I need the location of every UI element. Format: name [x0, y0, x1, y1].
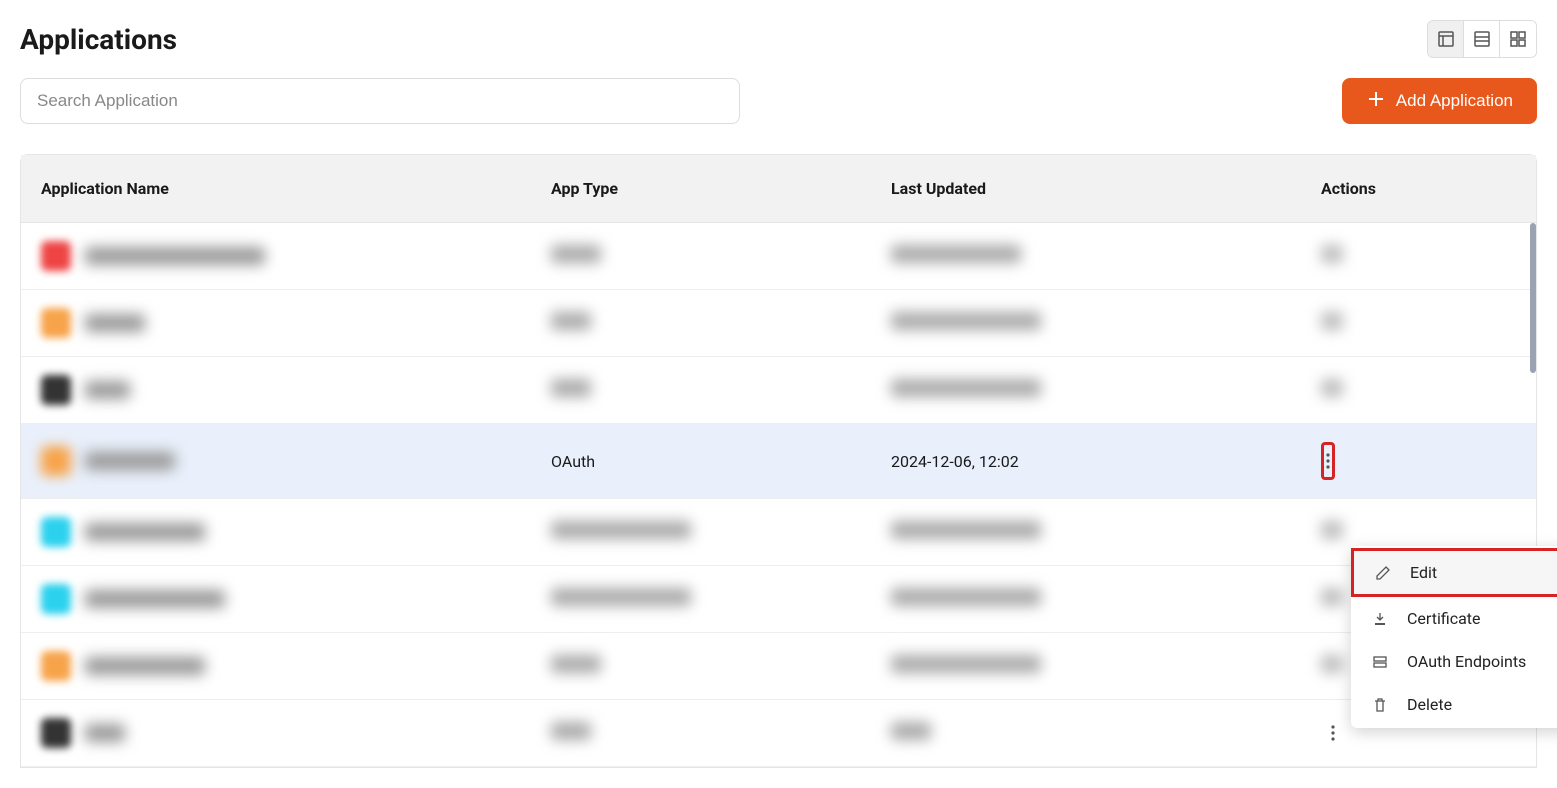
- app-icon: [41, 584, 71, 614]
- add-button-label: Add Application: [1396, 91, 1513, 111]
- add-application-button[interactable]: Add Application: [1342, 78, 1537, 124]
- table-row[interactable]: [21, 700, 1536, 767]
- view-list-icon[interactable]: [1464, 21, 1500, 57]
- table-row[interactable]: [21, 290, 1536, 357]
- col-header-updated: Last Updated: [891, 179, 1311, 198]
- view-grid-icon[interactable]: [1500, 21, 1536, 57]
- dropdown-oauth-label: OAuth Endpoints: [1407, 652, 1526, 671]
- app-icon: [41, 241, 71, 271]
- app-icon: [41, 651, 71, 681]
- endpoints-icon: [1371, 653, 1389, 671]
- view-toggle-group: [1427, 20, 1537, 58]
- dropdown-certificate[interactable]: Certificate: [1351, 597, 1557, 640]
- app-icon: [41, 375, 71, 405]
- table-header: Application Name App Type Last Updated A…: [21, 155, 1536, 223]
- app-icon: [41, 517, 71, 547]
- col-header-actions: Actions: [1311, 179, 1516, 198]
- download-icon: [1371, 610, 1389, 628]
- page-title: Applications: [20, 23, 177, 56]
- table-row[interactable]: [21, 499, 1536, 566]
- col-header-name: Application Name: [41, 179, 551, 198]
- cell-app-type: OAuth: [551, 452, 891, 471]
- app-icon: [41, 308, 71, 338]
- table-body: Edit Certificate OAuth Endpoints Delete: [21, 223, 1536, 767]
- row-actions-kebab-icon[interactable]: [1321, 442, 1335, 480]
- table-row[interactable]: [21, 357, 1536, 424]
- plus-icon: [1366, 89, 1386, 114]
- table-row[interactable]: [21, 223, 1536, 290]
- app-icon: [41, 718, 71, 748]
- table-row[interactable]: [21, 566, 1536, 633]
- row-actions-kebab-icon[interactable]: [1321, 721, 1345, 745]
- trash-icon: [1371, 696, 1389, 714]
- scrollbar[interactable]: [1530, 223, 1536, 373]
- dropdown-delete-label: Delete: [1407, 695, 1452, 714]
- dropdown-certificate-label: Certificate: [1407, 609, 1481, 628]
- dropdown-edit[interactable]: Edit: [1351, 548, 1557, 597]
- app-icon: [41, 446, 71, 476]
- dropdown-delete[interactable]: Delete: [1351, 683, 1557, 726]
- cell-last-updated: 2024-12-06, 12:02: [891, 452, 1311, 471]
- table-row[interactable]: OAuth2024-12-06, 12:02: [21, 424, 1536, 499]
- dropdown-oauth-endpoints[interactable]: OAuth Endpoints: [1351, 640, 1557, 683]
- pencil-icon: [1374, 564, 1392, 582]
- table-row[interactable]: [21, 633, 1536, 700]
- view-table-icon[interactable]: [1428, 21, 1464, 57]
- dropdown-edit-label: Edit: [1410, 563, 1437, 582]
- search-input[interactable]: [20, 78, 740, 124]
- applications-table: Application Name App Type Last Updated A…: [20, 154, 1537, 768]
- actions-dropdown: Edit Certificate OAuth Endpoints Delete: [1351, 546, 1557, 728]
- col-header-type: App Type: [551, 179, 891, 198]
